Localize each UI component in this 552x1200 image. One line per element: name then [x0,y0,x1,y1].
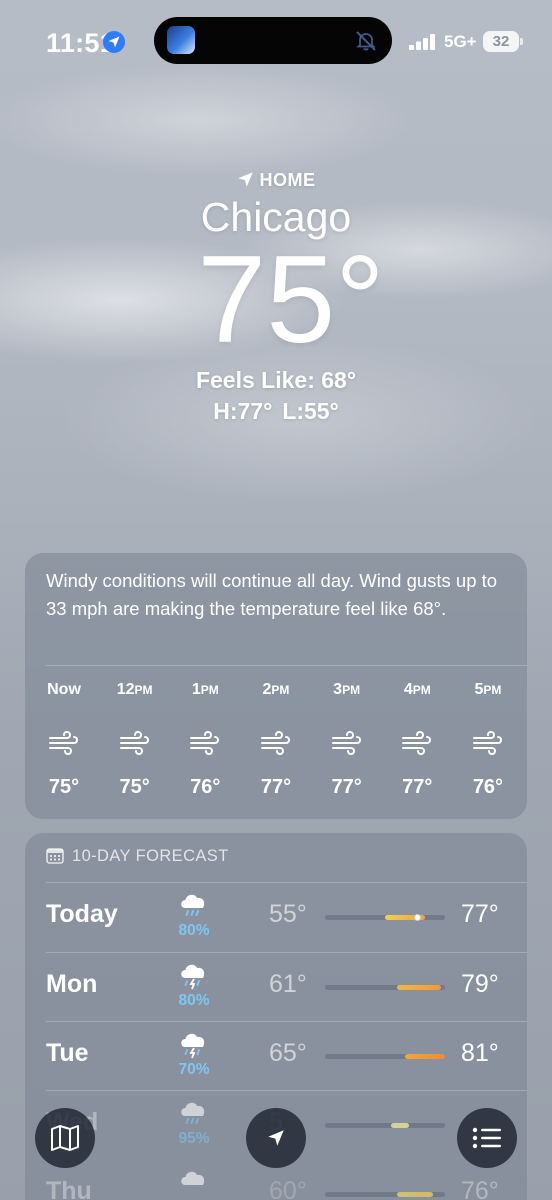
app-thumbnail-icon [167,26,195,54]
hour-temp: 77° [331,776,362,798]
divider [46,952,527,953]
low-temp: 55° [269,900,307,928]
city-list-button[interactable] [457,1108,517,1168]
wind-icon [472,730,502,756]
precip-chance: 80% [178,922,210,939]
temp-range-bar [325,914,445,921]
cloud-rain-icon [181,894,205,916]
temp-range-fill [405,1054,445,1059]
hour-temp: 75° [119,776,150,798]
feels-like: Feels Like: 68° [195,367,357,393]
cloud-icon [181,1171,205,1185]
dynamic-island[interactable] [154,17,392,64]
divider [46,1090,527,1091]
battery-icon: 32 [483,31,519,52]
cloud-bolt-rain-icon [181,1033,205,1059]
wind-icon [119,730,149,756]
cellular-signal-icon [409,34,435,50]
divider [46,882,527,883]
hour-item: 5PM 76° [453,678,523,808]
forecast-day: Mon [46,970,98,998]
forecast-row[interactable]: Mon 80% 61° 79° [25,954,527,1022]
temp-range-bar [325,1192,445,1197]
current-location-button[interactable] [246,1108,306,1168]
hour-item: 4PM 77° [382,678,452,808]
forecast-header: 10-DAY FORECAST [46,847,229,866]
divider [46,1021,527,1022]
forecast-day: Today [46,900,118,928]
hour-label: 1PM [191,681,219,698]
high-temp: 79° [461,970,499,998]
forecast-row[interactable]: Tue 70% 65° 81° [25,1023,527,1091]
wind-icon [260,730,290,756]
hour-item: Now 75° [29,678,99,808]
divider [46,665,527,666]
battery-cap [520,38,523,45]
precip-chance: 95% [178,1130,210,1147]
hour-temp: 76° [190,776,221,798]
forecast-title: 10-DAY FORECAST [72,847,229,865]
calendar-icon [46,848,64,864]
location-arrow-icon [103,31,125,53]
hourly-forecast-card[interactable]: Windy conditions will continue all day. … [25,553,527,819]
hour-temp: 77° [402,776,433,798]
forecast-row[interactable]: Today 80% 55° 77° [25,884,527,952]
low-temp: 60° [269,1177,307,1200]
forecast-day: Tue [46,1039,89,1067]
location-arrow-icon [268,1130,284,1146]
temp-range-bar [325,1123,445,1128]
hour-temp: 77° [260,776,292,798]
wind-icon [402,730,432,756]
temp-range-bar [325,985,445,990]
wind-icon [49,730,78,756]
precip-chance: 80% [178,992,210,1009]
hour-label: 2PM [262,681,290,698]
hour-temp: 75° [48,776,80,798]
wind-icon [190,730,220,756]
bell-slash-icon [356,31,376,51]
cloud-bolt-rain-icon [181,964,205,990]
location-label: HOME [0,170,552,191]
high-temp: 77° [461,900,499,928]
high-temp: H:77° [213,398,273,424]
temp-range-bar [325,1054,445,1059]
hour-label: 3PM [333,681,361,698]
high-temp: 76° [461,1177,499,1200]
low-temp: 61° [269,970,307,998]
cloud-rain-icon [181,1102,205,1124]
hour-label: Now [47,681,81,698]
map-icon [51,1125,79,1151]
status-bar: 11:51 5G+ 32 [0,0,552,80]
forecast-day: Thu [46,1177,92,1200]
location-arrow-icon [237,172,253,187]
current-temperature: 75° [197,231,385,369]
hour-item: 3PM 77° [312,678,382,808]
temp-range-fill [391,1123,409,1128]
high-temp: 81° [461,1039,499,1067]
wind-icon [331,730,361,756]
location-label-text: HOME [259,170,316,190]
network-type: 5G+ [444,32,477,51]
conditions-summary: Windy conditions will continue all day. … [46,570,498,619]
hour-label: 4PM [403,681,431,698]
precip-chance: 70% [178,1061,210,1078]
hour-item: 2PM 77° [241,678,311,808]
hour-item: 1PM 76° [170,678,240,808]
temp-range-fill [397,1192,433,1197]
hour-label: 12PM [116,681,153,698]
hour-temp: 76° [472,776,504,798]
current-temp-dot [413,914,421,921]
hourly-scroller[interactable]: Now 75° 12PM 75° 1PM 76° 2PM 77° 3PM 77°… [29,678,523,808]
low-temp: 65° [269,1039,307,1067]
hour-item: 12PM 75° [100,678,170,808]
temp-range-fill [397,985,442,990]
high-low: H:77° L:55° [0,398,552,425]
low-temp: L:55° [282,398,339,424]
map-button[interactable] [35,1108,95,1168]
list-icon [472,1127,501,1149]
hour-label: 5PM [474,681,502,698]
